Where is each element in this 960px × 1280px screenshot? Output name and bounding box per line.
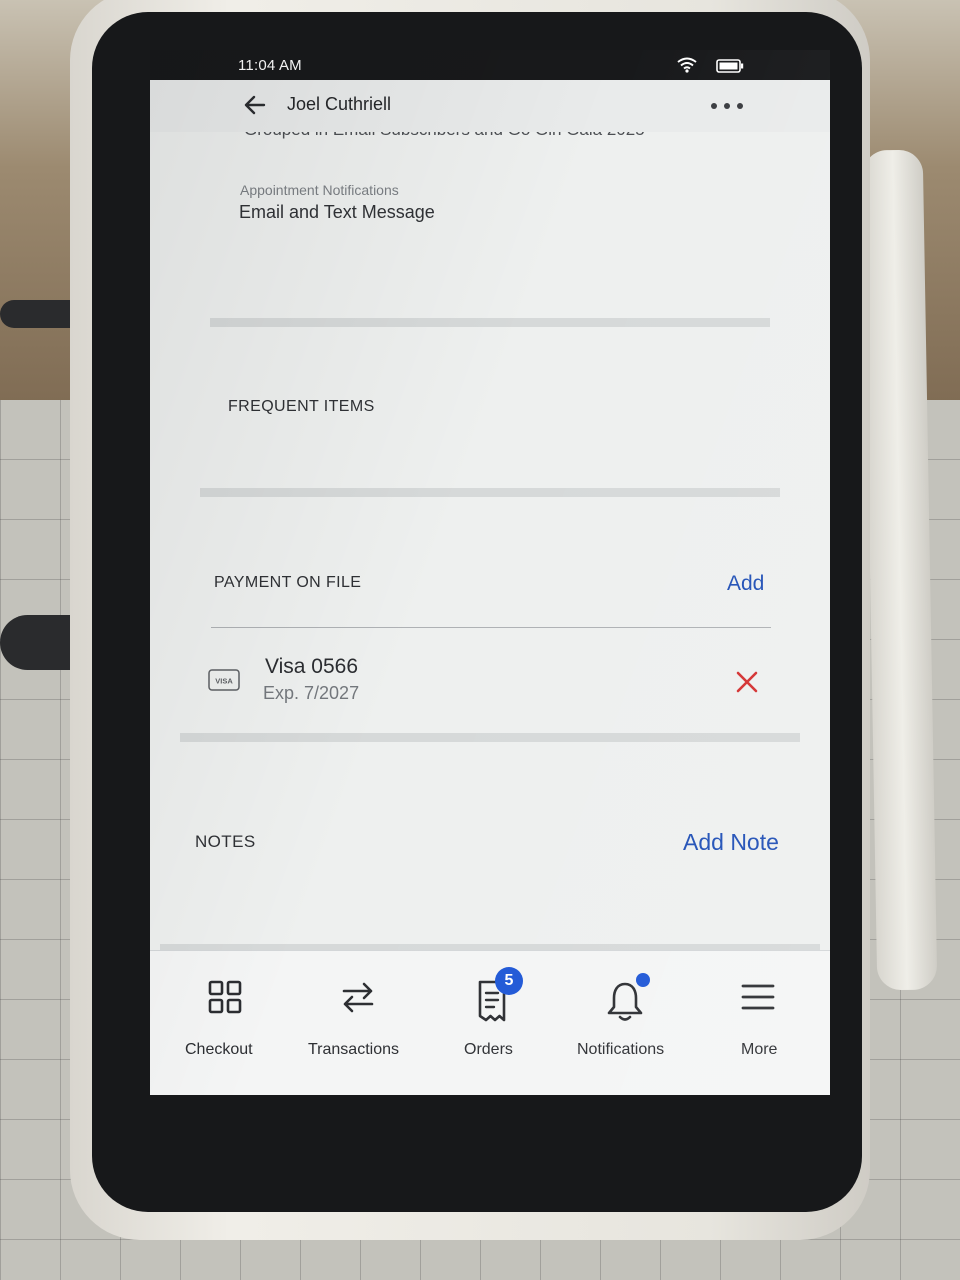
payment-on-file-heading: PAYMENT ON FILE	[214, 574, 362, 591]
card-title: Visa 0566	[265, 655, 359, 678]
device-screen: 11:04 AM Joel Cuthriell Grouped in Email…	[150, 50, 830, 1095]
bottom-navigation: Checkout Transactions 5 Orders Notificat	[150, 950, 830, 1095]
nav-label: Checkout	[185, 1041, 253, 1058]
battery-icon	[716, 59, 744, 73]
nav-checkout[interactable]: Checkout	[170, 951, 280, 1095]
section-divider	[200, 488, 780, 497]
notifications-unread-dot	[636, 973, 650, 987]
arrows-swap-icon	[342, 982, 374, 1013]
nav-label: Orders	[464, 1041, 513, 1058]
nav-transactions[interactable]: Transactions	[300, 951, 420, 1095]
page-title: Joel Cuthriell	[287, 94, 392, 114]
add-payment-button[interactable]: Add	[727, 572, 764, 596]
visa-card-icon: VISA	[208, 669, 240, 691]
remove-card-icon[interactable]	[735, 670, 759, 694]
section-divider	[210, 318, 770, 327]
nav-orders[interactable]: 5 Orders	[450, 951, 540, 1095]
card-on-file-row[interactable]: VISA Visa 0566 Exp. 7/2027	[190, 637, 790, 721]
nav-more[interactable]: More	[720, 951, 810, 1095]
more-options-icon[interactable]	[710, 102, 744, 110]
back-arrow-icon[interactable]	[242, 92, 268, 118]
appointment-notifications-value: Email and Text Message	[239, 202, 435, 222]
appointment-notifications-label: Appointment Notifications	[240, 182, 399, 198]
hamburger-icon	[741, 984, 775, 1010]
grid-icon	[208, 980, 242, 1014]
status-bar: 11:04 AM	[150, 50, 830, 80]
orders-count-badge: 5	[495, 967, 523, 995]
frequent-items-heading: FREQUENT ITEMS	[228, 398, 375, 415]
nav-notifications[interactable]: Notifications	[570, 951, 690, 1095]
wifi-icon	[677, 57, 697, 73]
app-header: Joel Cuthriell	[150, 80, 830, 132]
nav-label: Notifications	[577, 1041, 665, 1058]
status-time: 11:04 AM	[238, 57, 302, 74]
payment-divider	[211, 627, 771, 628]
customer-groups: Grouped in Email Subscribers and Go Girl…	[244, 132, 645, 140]
visa-mark: VISA	[215, 677, 233, 686]
add-note-button[interactable]: Add Note	[683, 829, 779, 856]
section-divider	[180, 733, 800, 742]
nav-label: More	[741, 1041, 778, 1058]
clipped-row: Grouped in Email Subscribers and Go Girl…	[150, 132, 830, 160]
nav-label: Transactions	[308, 1041, 399, 1058]
card-expiry: Exp. 7/2027	[263, 683, 360, 703]
notes-heading: NOTES	[195, 832, 256, 851]
